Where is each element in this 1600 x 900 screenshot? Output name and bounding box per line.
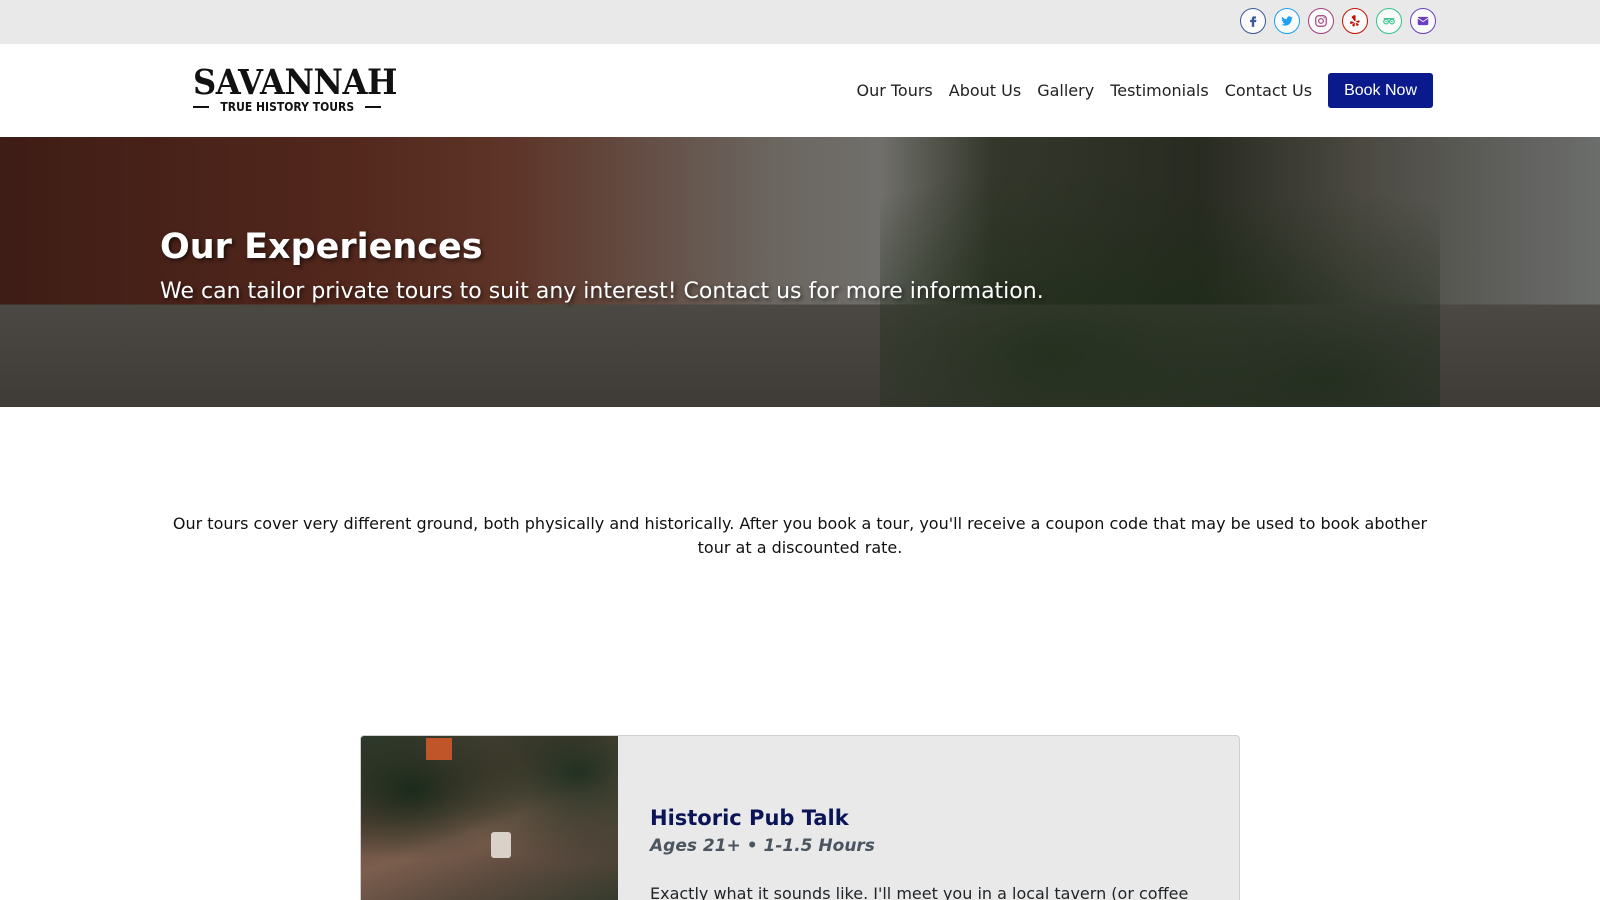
site-header: SAVANNAH TRUE HISTORY TOURS Our Tours Ab… [0,44,1600,137]
tour-title: Historic Pub Talk [650,806,849,830]
nav-testimonials[interactable]: Testimonials [1102,74,1217,108]
tour-card: Historic Pub Talk Ages 21+ • 1-1.5 Hours… [360,735,1240,900]
tour-meta: Ages 21+ • 1-1.5 Hours [650,836,875,856]
logo-subtitle: TRUE HISTORY TOURS [220,100,354,114]
twitter-link[interactable] [1274,8,1300,34]
logo-title: SAVANNAH [193,62,397,103]
yelp-icon [1350,15,1360,27]
top-social-bar [0,0,1600,44]
tour-image [361,736,618,900]
email-link[interactable] [1410,8,1436,34]
tour-description: Exactly what it sounds like. I'll meet y… [650,884,1189,900]
nav-about-us[interactable]: About Us [941,74,1029,108]
logo-subtitle-row: TRUE HISTORY TOURS [193,100,382,114]
nav-our-tours[interactable]: Our Tours [848,74,940,108]
facebook-icon [1250,16,1257,27]
nav-contact-us[interactable]: Contact Us [1217,74,1320,108]
hero-subtitle: We can tailor private tours to suit any … [160,279,1044,304]
tripadvisor-icon [1383,18,1395,25]
logo-divider [193,106,209,108]
tour-card-body: Historic Pub Talk Ages 21+ • 1-1.5 Hours… [650,806,1199,900]
instagram-icon [1315,15,1327,27]
hero-banner: Our Experiences We can tailor private to… [0,137,1600,407]
intro-text: Our tours cover very different ground, b… [172,514,1428,557]
nav-gallery[interactable]: Gallery [1029,74,1102,108]
facebook-link[interactable] [1240,8,1266,34]
instagram-link[interactable] [1308,8,1334,34]
hero-background-image [880,137,1440,407]
email-icon [1417,16,1429,26]
page-title: Our Experiences [160,227,483,267]
twitter-icon [1281,16,1293,26]
yelp-link[interactable] [1342,8,1368,34]
main-nav: Our Tours About Us Gallery Testimonials … [848,73,1433,108]
site-logo[interactable]: SAVANNAH TRUE HISTORY TOURS [193,62,397,116]
book-now-button[interactable]: Book Now [1328,73,1433,108]
tripadvisor-link[interactable] [1376,8,1402,34]
logo-divider [365,106,382,108]
social-links [1240,8,1436,34]
